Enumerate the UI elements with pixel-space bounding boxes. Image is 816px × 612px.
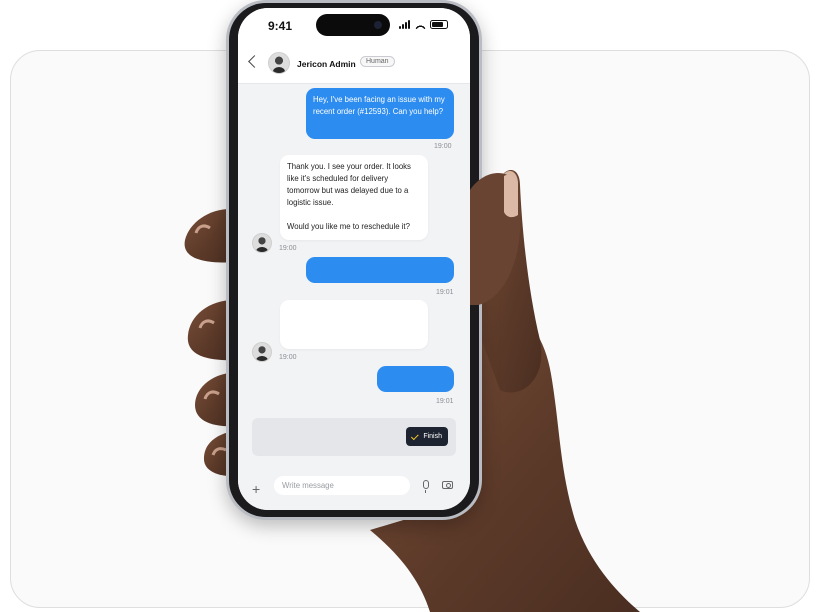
agent-avatar — [252, 342, 272, 362]
message-timestamp: 19:00 — [434, 143, 452, 150]
message-input[interactable] — [274, 476, 410, 495]
status-time: 9:41 — [268, 19, 293, 33]
message-text: Thank you. I see your order. It looks li… — [287, 162, 411, 207]
agent-avatar — [252, 233, 272, 253]
camera-icon[interactable] — [442, 481, 453, 489]
message-timestamp: 19:01 — [436, 398, 454, 405]
message-timestamp: 19:00 — [279, 245, 297, 252]
message-text: Would you like me to reschedule it? — [287, 222, 410, 231]
message-bubble-incoming — [280, 300, 428, 349]
message-bubble-outgoing: Hey, I've been facing an issue with my r… — [306, 88, 454, 139]
finish-button-label: Finish — [423, 433, 442, 440]
message-composer: + — [238, 470, 470, 510]
message-bubble-incoming: Thank you. I see your order. It looks li… — [280, 155, 428, 240]
agent-name: Jericon Admin — [297, 59, 356, 69]
message-timestamp: 19:00 — [279, 354, 297, 361]
agent-avatar — [268, 52, 290, 74]
signal-icon — [399, 20, 411, 29]
battery-icon — [430, 20, 448, 29]
agent-type-badge: Human — [360, 56, 395, 67]
status-bar: 9:41 — [238, 8, 470, 44]
message-bubble-outgoing — [306, 257, 454, 283]
message-timestamp: 19:01 — [436, 289, 454, 296]
system-icons — [399, 20, 448, 29]
chat-header: Jericon Admin Human — [238, 44, 470, 84]
dynamic-island — [316, 14, 390, 36]
plus-icon[interactable]: + — [252, 482, 260, 496]
message-bubble-outgoing — [377, 366, 454, 392]
wifi-icon — [415, 20, 426, 29]
action-bar: Finish — [252, 418, 456, 456]
microphone-icon[interactable] — [423, 480, 429, 493]
phone-screen: 9:41 Jericon Admin Human Hey, I've been … — [238, 8, 470, 510]
finish-button[interactable]: Finish — [406, 427, 448, 446]
message-text: Hey, I've been facing an issue with my r… — [313, 95, 445, 116]
back-arrow-icon[interactable] — [248, 55, 261, 68]
thumbnail — [503, 170, 518, 218]
check-icon — [411, 431, 419, 440]
